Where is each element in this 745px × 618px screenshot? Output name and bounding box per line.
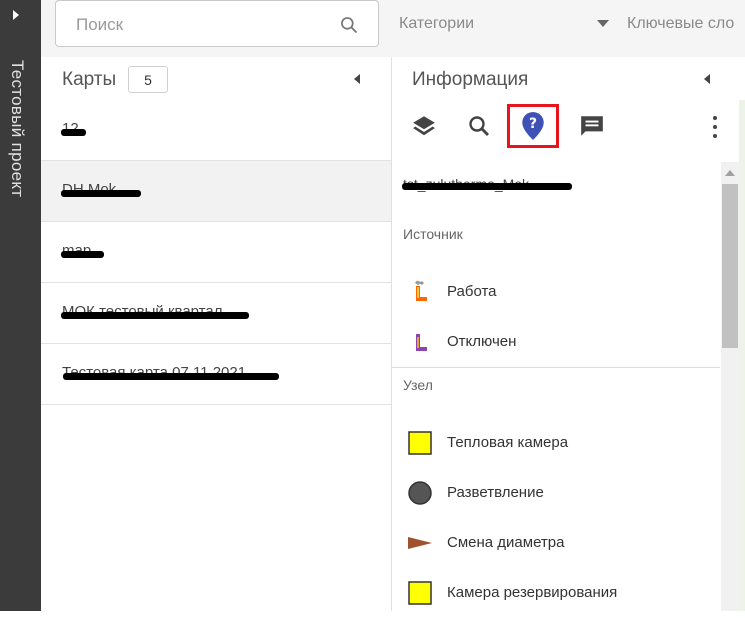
comments-button[interactable]	[576, 110, 608, 142]
map-view-edge[interactable]	[739, 100, 745, 611]
info-panel: Информация ? tst_zuluthermo_Mok Источн	[392, 57, 745, 611]
legend-item-label: Разветвление	[447, 484, 544, 501]
comment-icon	[581, 116, 603, 136]
redaction-mark	[402, 183, 572, 190]
legend-item-label: Тепловая камера	[447, 434, 569, 451]
maps-list: 12 DH Mok map МОК тестовый квартал Тесто…	[41, 100, 391, 405]
search-input[interactable]: Поиск	[76, 15, 123, 35]
redaction-mark	[61, 312, 249, 319]
categories-select[interactable]: Категории	[399, 15, 474, 33]
layers-button[interactable]	[408, 110, 440, 142]
keywords-select[interactable]: Ключевые сло	[627, 15, 734, 33]
map-list-item[interactable]: map	[41, 222, 391, 283]
legend-item: Тепловая камера	[392, 418, 720, 468]
info-tool-button[interactable]: ?	[507, 104, 559, 148]
legend-item: Отключен	[392, 317, 720, 367]
scroll-thumb[interactable]	[722, 184, 738, 348]
boiler-off-icon	[416, 334, 427, 351]
scroll-up-icon[interactable]	[725, 170, 735, 176]
top-toolbar: Поиск Категории Ключевые сло	[41, 0, 745, 58]
collapse-info-icon[interactable]	[704, 74, 710, 84]
yellow-square-icon	[408, 581, 432, 605]
legend-item-label: Работа	[447, 283, 497, 300]
redaction-mark	[61, 129, 86, 136]
brown-triangle-icon	[408, 537, 432, 549]
maps-count-badge: 5	[128, 66, 168, 93]
redaction-mark	[61, 190, 141, 197]
expand-sidebar-icon[interactable]	[13, 10, 19, 20]
gray-circle-icon	[408, 481, 432, 505]
redaction-mark	[63, 373, 279, 380]
map-list-item[interactable]: Тестовая карта 07.11.2021	[41, 344, 391, 405]
legend-item: Смена диаметра	[392, 518, 720, 568]
maps-title: Карты	[62, 69, 117, 90]
legend-section-label: Узел	[403, 377, 433, 393]
map-list-item[interactable]: МОК тестовый квартал	[41, 283, 391, 344]
info-title: Информация	[412, 69, 529, 90]
search-icon[interactable]	[339, 15, 359, 35]
chevron-down-icon[interactable]	[597, 20, 609, 27]
project-sidebar: Тестовый проект	[0, 0, 41, 611]
layers-icon	[413, 116, 435, 136]
legend-item: Разветвление	[392, 468, 720, 518]
info-marker-icon: ?	[522, 112, 544, 140]
search-field[interactable]: Поиск	[55, 0, 379, 47]
redaction-mark	[61, 251, 104, 258]
more-vert-icon[interactable]	[712, 116, 718, 138]
legend-item: Работа	[392, 267, 720, 317]
map-list-item[interactable]: 12	[41, 100, 391, 161]
legend-scrollbar[interactable]	[721, 162, 739, 611]
legend-item-label: Отключен	[447, 333, 517, 350]
svg-text:?: ?	[529, 116, 537, 132]
search-icon	[469, 116, 489, 136]
maps-panel: Карты 5 12 DH Mok map МОК тестовый кварт…	[41, 57, 392, 611]
legend: Источник Работа Отключен Узел Тепловая к…	[392, 217, 720, 618]
legend-section-label: Источник	[403, 226, 463, 242]
search-tool-button[interactable]	[463, 110, 495, 142]
legend-item-label: Камера резервирования	[447, 584, 618, 601]
legend-item-label: Смена диаметра	[447, 534, 565, 551]
map-list-item[interactable]: DH Mok	[41, 161, 391, 222]
yellow-square-icon	[408, 431, 432, 455]
collapse-maps-icon[interactable]	[354, 74, 360, 84]
project-title[interactable]: Тестовый проект	[7, 60, 27, 197]
boiler-working-icon	[415, 280, 427, 301]
